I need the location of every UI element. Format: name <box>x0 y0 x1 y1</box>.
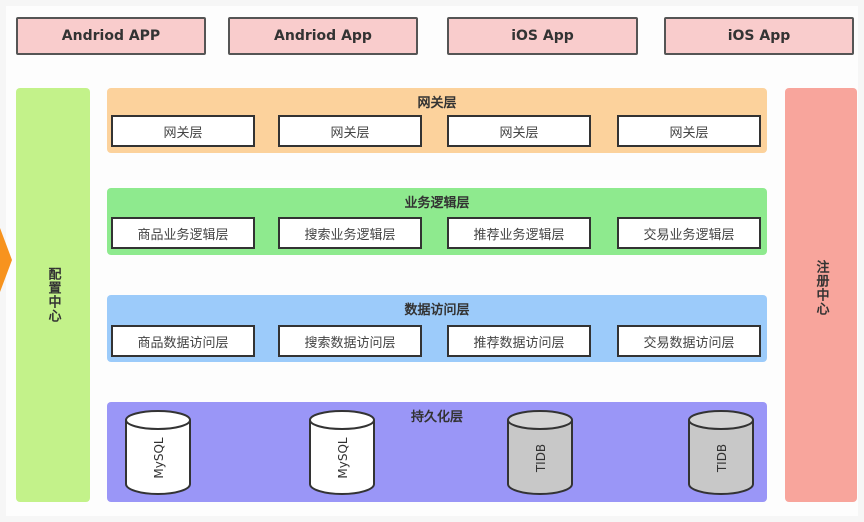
data-access-box: 交易数据访问层 <box>617 325 761 357</box>
data-access-layer-title: 数据访问层 <box>404 303 470 318</box>
orange-arrow-fragment <box>0 228 12 292</box>
database-cylinder: MySQL <box>125 410 191 495</box>
registry-center-label: 注册中心 <box>813 260 829 316</box>
database-cylinder: TIDB <box>507 410 573 495</box>
gateway-box: 网关层 <box>617 115 761 147</box>
database-label: TIDB <box>534 444 548 473</box>
app-ios-2: iOS App <box>664 17 854 55</box>
persistence-layer-title: 持久化层 <box>410 410 463 425</box>
app-ios-1: iOS App <box>447 17 638 55</box>
gateway-box: 网关层 <box>447 115 591 147</box>
config-center: 配置中心 <box>16 88 90 502</box>
persistence-layer: 持久化层 MySQL MySQL TIDB TIDB <box>107 402 767 502</box>
business-box: 交易业务逻辑层 <box>617 217 761 249</box>
database-label: MySQL <box>336 437 350 479</box>
data-access-box: 商品数据访问层 <box>111 325 255 357</box>
business-box: 推荐业务逻辑层 <box>447 217 591 249</box>
config-center-label: 配置中心 <box>45 267 61 323</box>
business-box: 商品业务逻辑层 <box>111 217 255 249</box>
data-access-box: 搜索数据访问层 <box>278 325 422 357</box>
business-layer: 业务逻辑层 商品业务逻辑层 搜索业务逻辑层 推荐业务逻辑层 交易业务逻辑层 <box>107 188 767 255</box>
database-label: TIDB <box>715 444 729 473</box>
gateway-box: 网关层 <box>278 115 422 147</box>
app-android-2: Andriod App <box>228 17 418 55</box>
app-android-1: Andriod APP <box>16 17 206 55</box>
database-cylinder: MySQL <box>309 410 375 495</box>
database-label: MySQL <box>152 437 166 479</box>
gateway-box: 网关层 <box>111 115 255 147</box>
registry-center: 注册中心 <box>785 88 857 502</box>
database-cylinder: TIDB <box>688 410 754 495</box>
gateway-layer: 网关层 网关层 网关层 网关层 网关层 <box>107 88 767 153</box>
business-layer-title: 业务逻辑层 <box>404 196 470 211</box>
data-access-layer: 数据访问层 商品数据访问层 搜索数据访问层 推荐数据访问层 交易数据访问层 <box>107 295 767 362</box>
data-access-box: 推荐数据访问层 <box>447 325 591 357</box>
business-box: 搜索业务逻辑层 <box>278 217 422 249</box>
gateway-layer-title: 网关层 <box>417 96 457 111</box>
